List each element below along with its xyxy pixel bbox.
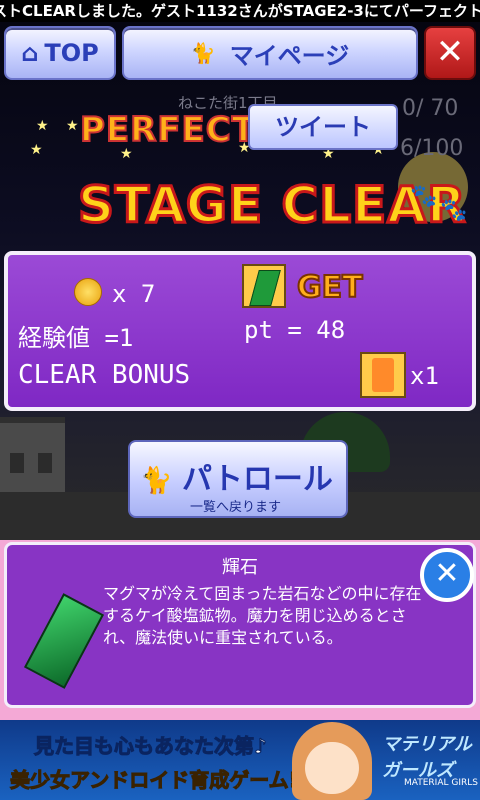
perfect-label: PERFECT xyxy=(79,109,256,151)
coin-icon xyxy=(74,278,102,306)
paw-icon: 🐾 xyxy=(410,184,438,209)
close-button[interactable]: ✕ xyxy=(424,26,476,80)
ticker-text: ストCLEARしました。ゲスト1132さんがSTAGE2-3にてパーフェクト xyxy=(0,2,480,20)
clear-bonus-label: CLEAR BONUS xyxy=(18,360,191,390)
news-ticker: ストCLEARしました。ゲスト1132さんがSTAGE2-3にてパーフェクト xyxy=(0,0,480,22)
tweet-button-label: ツイート xyxy=(275,113,371,141)
patrol-button[interactable]: 🐈 パトロール 一覧へ戻ります xyxy=(128,440,348,518)
cat-icon: 🐈 xyxy=(140,466,173,496)
item-description: マグマが冷えて固まった岩石などの中に存在するケイ酸塩鉱物。魔力を閉じ込めるとされ… xyxy=(103,584,422,647)
coin-count: x 7 xyxy=(112,280,156,308)
tweet-button[interactable]: ツイート xyxy=(248,104,398,150)
pt-label: pt = 48 xyxy=(244,316,346,344)
close-icon: ✕ xyxy=(434,556,460,591)
star-icon: ★ xyxy=(30,142,43,158)
ad-line-1: 見た目も心もあなた次第♪ xyxy=(34,734,268,759)
ad-character-face xyxy=(305,742,359,794)
ad-logo: マテリアルガールズ xyxy=(382,734,472,781)
top-button[interactable]: ⌂ TOP xyxy=(4,26,116,80)
home-icon: ⌂ xyxy=(21,39,39,67)
patrol-button-sublabel: 一覧へ戻ります xyxy=(190,500,282,515)
star-icon: ★ xyxy=(36,118,49,134)
ad-logo-sub: MATERIAL GIRLS xyxy=(404,778,478,788)
mypage-button[interactable]: 🐈 マイページ xyxy=(122,26,418,80)
patrol-button-label: パトロール xyxy=(182,462,333,497)
ticket-item-icon xyxy=(360,352,406,398)
progress-counter-2: 6/100 xyxy=(400,136,464,161)
paw-icon: 🐾 xyxy=(440,198,468,223)
progress-counter-1: 0/ 70 xyxy=(402,96,459,121)
item-name: 輝石 xyxy=(222,557,258,578)
top-button-label: TOP xyxy=(44,39,99,67)
bonus-count: x1 xyxy=(410,362,439,390)
mypage-button-label: マイページ xyxy=(229,41,350,70)
close-icon: ✕ xyxy=(435,32,465,72)
get-label: GET xyxy=(296,269,364,306)
exp-label: 経験値 =1 xyxy=(18,324,134,352)
ad-banner[interactable]: 見た目も心もあなた次第♪ 美少女アンドロイド育成ゲーム! マテリアルガールズ M… xyxy=(0,720,480,800)
info-close-button[interactable]: ✕ xyxy=(420,548,474,602)
item-info-panel: 輝石 マグマが冷えて固まった岩石などの中に存在するケイ酸塩鉱物。魔力を閉じ込める… xyxy=(4,542,476,708)
gem-icon xyxy=(23,593,105,689)
ad-line-2: 美少女アンドロイド育成ゲーム! xyxy=(10,768,299,793)
gem-item-icon xyxy=(242,264,286,308)
star-icon: ★ xyxy=(66,118,79,134)
cat-icon: 🐈 xyxy=(190,41,216,65)
stage-clear-title: STAGE CLEAR xyxy=(76,175,467,236)
